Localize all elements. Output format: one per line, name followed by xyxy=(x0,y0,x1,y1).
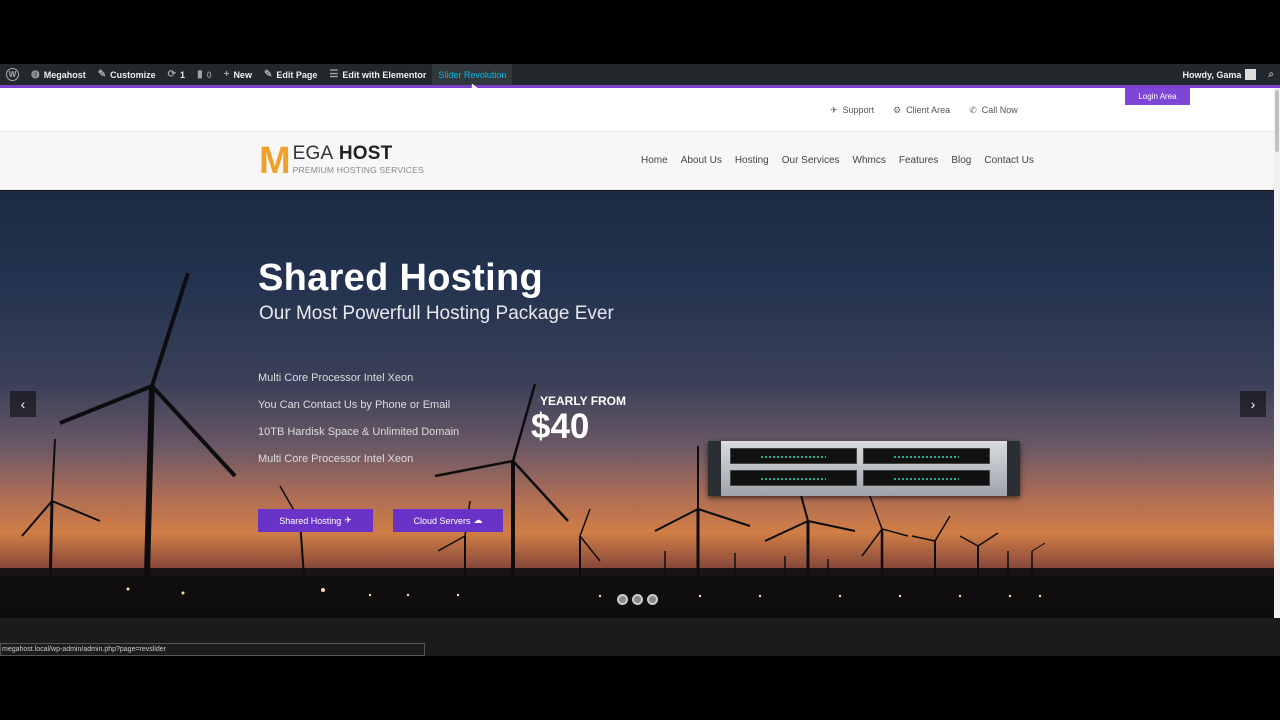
nav-home[interactable]: Home xyxy=(641,155,668,166)
site-logo[interactable]: M EGA HOST PREMIUM HOSTING SERVICES xyxy=(259,140,424,182)
brush-icon: ✎ xyxy=(97,69,107,80)
client-area-link[interactable]: ⚙ Client Area xyxy=(893,105,950,116)
top-bar: ✈ Support ⚙ Client Area ✆ Call Now Login Ar… xyxy=(0,88,1274,132)
support-link[interactable]: ✈ Support xyxy=(830,105,874,116)
search-icon: ⌕ xyxy=(1268,69,1274,80)
cloud-icon: ☁ xyxy=(473,515,483,525)
login-area-button[interactable]: Login Area xyxy=(1125,88,1190,105)
refresh-icon: ⟳ xyxy=(167,69,177,80)
page-scrollbar[interactable] xyxy=(1274,88,1280,618)
logo-name-bold: HOST xyxy=(333,143,393,164)
plus-icon: + xyxy=(223,69,230,80)
logo-name-rest: EGA xyxy=(292,143,334,164)
slider-dot[interactable] xyxy=(632,594,643,605)
wind-turbines-illustration xyxy=(0,272,1280,612)
link-status-bar: megahost.local/wp-admin/admin.php?page=r… xyxy=(0,643,425,656)
nav-whmcs[interactable]: Whmcs xyxy=(853,155,886,166)
gears-icon: ⚙ xyxy=(893,105,902,115)
edit-elementor-link[interactable]: ☰ Edit with Elementor xyxy=(323,64,432,85)
nav-blog[interactable]: Blog xyxy=(951,155,971,166)
feature-item: Multi Core Processor Intel Xeon xyxy=(258,372,414,384)
wordpress-logo-icon: W xyxy=(6,68,19,81)
pencil-icon: ✎ xyxy=(263,69,273,80)
main-nav: Home About Us Hosting Our Services Whmcs… xyxy=(641,155,1034,166)
wp-admin-bar: W ◍ Megahost ✎ Customize ⟳ 1 ▮ 0 + New ✎ Edit … xyxy=(0,64,1280,85)
top-links: ✈ Support ⚙ Client Area ✆ Call Now xyxy=(830,105,1018,116)
feature-item: 10TB Hardisk Space & Unlimited Domain xyxy=(258,426,460,438)
edit-page-link[interactable]: ✎ Edit Page xyxy=(258,64,323,85)
dashboard-icon: ◍ xyxy=(31,69,40,80)
chevron-right-icon: › xyxy=(1250,396,1256,412)
plane-icon: ✈ xyxy=(830,105,838,115)
customize-link[interactable]: ✎ Customize xyxy=(92,64,162,85)
logo-tagline: PREMIUM HOSTING SERVICES xyxy=(292,165,424,175)
scrollbar-thumb[interactable] xyxy=(1275,90,1279,152)
slider-prev-button[interactable]: ‹ xyxy=(10,391,36,417)
new-content-menu[interactable]: + New xyxy=(218,64,258,85)
price: $40 xyxy=(531,407,590,446)
call-now-link[interactable]: ✆ Call Now xyxy=(969,105,1018,116)
shared-hosting-button[interactable]: Shared Hosting ✈ xyxy=(258,509,373,532)
nav-about-us[interactable]: About Us xyxy=(681,155,722,166)
cloud-servers-button[interactable]: Cloud Servers ☁ xyxy=(393,509,503,532)
nav-contact-us[interactable]: Contact Us xyxy=(984,155,1033,166)
feature-item: Multi Core Processor Intel Xeon xyxy=(258,453,414,465)
nav-features[interactable]: Features xyxy=(899,155,938,166)
hero-title: Shared Hosting xyxy=(258,257,544,299)
site-name-menu[interactable]: ◍ Megahost xyxy=(25,64,92,85)
hero-features: Multi Core Processor Intel Xeon You Can … xyxy=(258,365,459,473)
hero-subtitle: Our Most Powerfull Hosting Package Ever xyxy=(259,303,614,324)
nav-our-services[interactable]: Our Services xyxy=(782,155,840,166)
site-header: M EGA HOST PREMIUM HOSTING SERVICES Home… xyxy=(0,132,1274,190)
comment-icon: ▮ xyxy=(197,69,203,80)
avatar xyxy=(1245,69,1257,80)
slider-pagination xyxy=(617,594,658,605)
slider-next-button[interactable]: › xyxy=(1240,391,1266,417)
my-account-menu[interactable]: Howdy, Gama xyxy=(1177,64,1263,85)
phone-icon: ✆ xyxy=(969,105,977,115)
elementor-icon: ☰ xyxy=(329,69,339,80)
server-image xyxy=(708,441,1020,496)
feature-item: You Can Contact Us by Phone or Email xyxy=(258,399,451,411)
yearly-label: YEARLY FROM xyxy=(540,394,627,408)
wp-logo-menu[interactable]: W xyxy=(0,64,25,85)
slider-dot[interactable] xyxy=(617,594,628,605)
chevron-left-icon: ‹ xyxy=(20,396,26,412)
hero-slider: Shared Hosting Our Most Powerfull Hostin… xyxy=(0,191,1280,618)
admin-search-button[interactable]: ⌕ xyxy=(1262,64,1280,85)
browser-viewport: W ◍ Megahost ✎ Customize ⟳ 1 ▮ 0 + New ✎ Edit … xyxy=(0,64,1280,656)
updates-link[interactable]: ⟳ 1 xyxy=(162,64,191,85)
plane-icon: ✈ xyxy=(344,515,352,525)
nav-hosting[interactable]: Hosting xyxy=(735,155,769,166)
slider-dot[interactable] xyxy=(647,594,658,605)
comments-link[interactable]: ▮ 0 xyxy=(191,64,218,85)
logo-letter: M xyxy=(259,140,291,182)
